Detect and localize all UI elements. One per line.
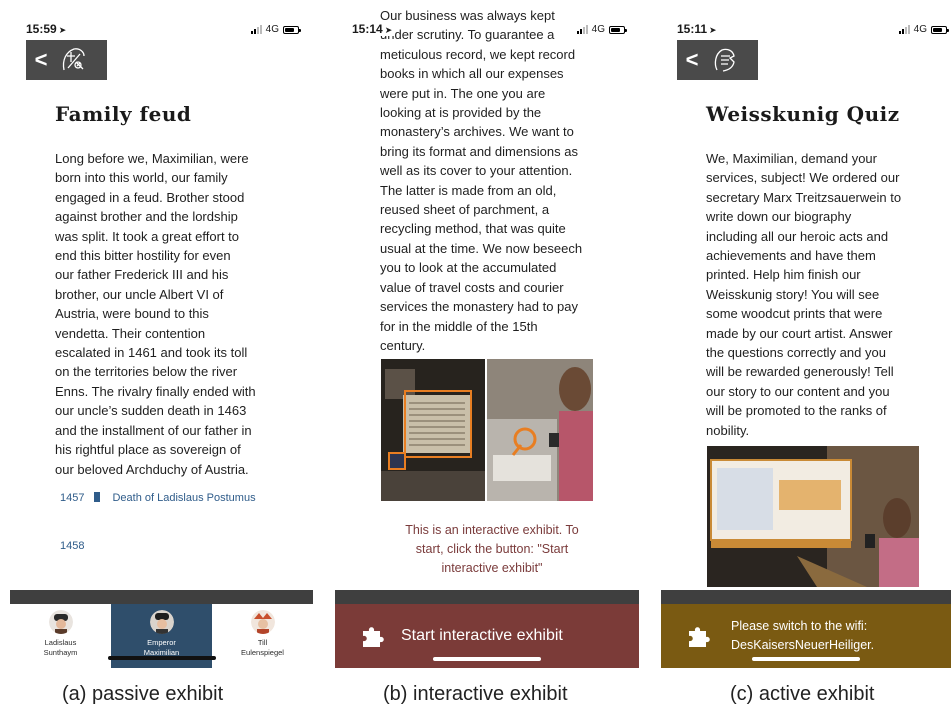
network-label: 4G	[265, 24, 279, 35]
tab-till-eulenspiegel[interactable]: Till Eulenspiegel	[212, 604, 313, 668]
timeline-event: Death of Ladislaus Postumus	[112, 492, 256, 504]
story-text: Long before we, Maximilian, were born in…	[55, 151, 256, 477]
caption-interactive: (b) interactive exhibit	[383, 683, 568, 705]
network-label: 4G	[913, 24, 927, 35]
start-button-label: Start interactive exhibit	[401, 627, 563, 644]
status-indicators: 4G	[898, 24, 949, 35]
location-arrow-icon: ➤	[709, 25, 717, 35]
page-title: Weisskunig Quiz	[706, 102, 900, 126]
tab-label-line1: Till	[257, 638, 268, 647]
status-indicators: 4G	[576, 24, 627, 35]
tab-label-line2: Sunthaym	[43, 648, 78, 657]
helmet-emblem-icon	[707, 45, 741, 75]
story-text: We, Maximilian, demand your services, su…	[706, 151, 902, 438]
battery-icon	[931, 25, 949, 34]
wifi-notice-text: Please switch to the wifi: DesKaisersNeu…	[731, 619, 875, 652]
home-indicator[interactable]	[433, 657, 541, 661]
interactive-notice: This is an interactive exhibit. To start…	[405, 523, 579, 575]
location-arrow-icon: ➤	[58, 25, 67, 35]
passive-exhibit-screen: 15:59 ➤ 4G < Family feud Long before we, …	[10, 0, 313, 668]
network-label: 4G	[591, 24, 605, 35]
caption-passive: (a) passive exhibit	[62, 683, 224, 705]
timeline-entry[interactable]: 1458	[60, 540, 84, 552]
location-arrow-icon: ➤	[384, 25, 393, 35]
maximilian-avatar	[149, 610, 174, 634]
signal-icon	[898, 25, 910, 34]
nav-bar: <	[26, 40, 107, 80]
status-bar: 15:11 ➤ 4G	[661, 0, 951, 40]
active-exhibit-screen: 15:11 ➤ 4G < Weisskunig Quiz We, Maximili…	[661, 0, 951, 668]
interactive-exhibit-screen: Our business was always kept under scrut…	[335, 0, 639, 668]
timeline-year: 1458	[60, 540, 85, 552]
tab-label-line1: Emperor	[147, 638, 176, 647]
cross-and-sword-emblem-icon	[56, 45, 90, 75]
timeline-year: 1457	[60, 492, 85, 504]
tab-ladislaus-sunthaym[interactable]: Ladislaus Sunthaym	[10, 604, 111, 668]
nav-bar: <	[677, 40, 758, 80]
puzzle-piece-icon	[353, 623, 393, 649]
quiz-screen-photo	[707, 446, 919, 587]
puzzle-piece-icon	[679, 623, 719, 649]
ladislaus-avatar	[48, 610, 73, 634]
status-time: 15:14 ➤	[352, 22, 395, 36]
divider-strip	[10, 590, 313, 604]
signal-icon	[576, 25, 588, 34]
divider-strip	[335, 590, 639, 604]
status-bar: 15:59 ➤ 4G	[10, 0, 313, 40]
chevron-left-icon[interactable]: <	[677, 40, 707, 80]
record-book-photo	[381, 359, 485, 501]
chevron-left-icon[interactable]: <	[26, 40, 56, 80]
battery-icon	[283, 25, 301, 34]
signal-icon	[250, 25, 262, 34]
tab-label-line2: Eulenspiegel	[241, 648, 284, 657]
status-bar: 15:14 ➤ 4G	[335, 0, 639, 40]
eulenspiegel-avatar	[250, 610, 275, 634]
visitor-at-exhibit-photo	[487, 359, 593, 501]
caption-active: (c) active exhibit	[730, 683, 875, 705]
divider-strip	[661, 590, 951, 604]
page-title: Family feud	[55, 102, 192, 126]
story-text: Our business was always kept under scrut…	[380, 8, 583, 353]
status-indicators: 4G	[250, 24, 301, 35]
status-time: 15:11 ➤	[677, 22, 717, 36]
home-indicator[interactable]	[752, 657, 860, 661]
timeline-marker	[94, 492, 101, 502]
timeline-entry[interactable]: 1457 Death of Ladislaus Postumus	[60, 492, 256, 504]
tab-label-line1: Ladislaus	[44, 638, 77, 647]
battery-icon	[609, 25, 627, 34]
status-time: 15:59 ➤	[26, 22, 67, 36]
home-indicator[interactable]	[107, 656, 216, 660]
